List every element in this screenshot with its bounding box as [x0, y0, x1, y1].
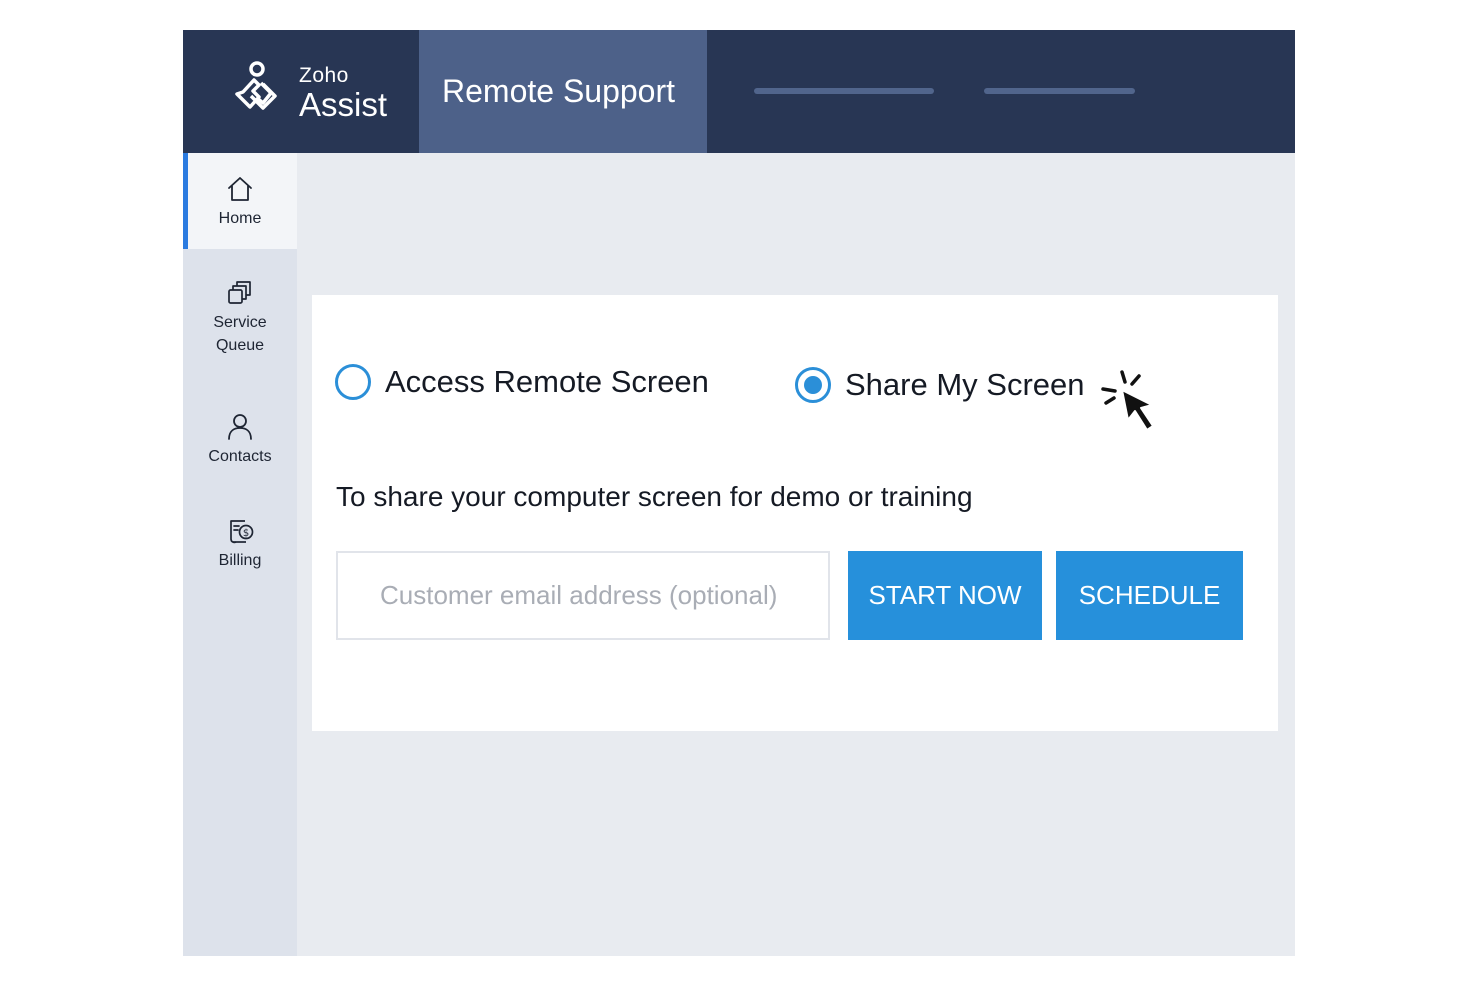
- option-share-my-screen[interactable]: Share My Screen: [795, 367, 1085, 403]
- sidebar-item-home[interactable]: Home: [183, 153, 297, 249]
- option-label: Share My Screen: [845, 367, 1085, 402]
- top-navigation-bar: Zoho Assist Remote Support: [183, 30, 1295, 153]
- sidebar-item-label: Queue: [215, 337, 265, 354]
- customer-email-input[interactable]: [336, 551, 830, 640]
- app-window: Zoho Assist Remote Support Home Service …: [183, 30, 1295, 956]
- share-screen-description: To share your computer screen for demo o…: [336, 481, 973, 512]
- mouse-cursor-click-icon: [1101, 370, 1154, 431]
- start-now-button[interactable]: START NOW: [848, 551, 1042, 640]
- sidebar-item-label: Billing: [218, 552, 262, 569]
- billing-icon: $: [230, 520, 254, 544]
- option-access-remote-screen[interactable]: Access Remote Screen: [335, 364, 709, 400]
- zoho-assist-logo-icon: [235, 61, 277, 110]
- home-icon: [228, 176, 252, 201]
- sidebar-item-billing[interactable]: $ Billing: [183, 515, 297, 572]
- logo-brand-text: Zoho: [299, 64, 349, 87]
- sidebar-item-service-queue[interactable]: Service Queue: [183, 277, 297, 357]
- queue-icon: [228, 281, 251, 304]
- tab-placeholder-2[interactable]: [984, 88, 1135, 94]
- schedule-button[interactable]: SCHEDULE: [1056, 551, 1243, 640]
- option-label: Access Remote Screen: [385, 364, 709, 399]
- sidebar-item-label: Home: [218, 209, 262, 227]
- sidebar-item-label: Contacts: [208, 448, 272, 465]
- remote-support-panel: Access Remote Screen Share My Screen To …: [312, 295, 1278, 731]
- logo-product-text: Assist: [299, 86, 388, 123]
- radio-button-unselected[interactable]: [335, 364, 371, 400]
- tab-remote-support[interactable]: Remote Support: [419, 30, 707, 153]
- zoho-assist-logo[interactable]: Zoho Assist: [223, 58, 387, 128]
- sidebar-item-contacts[interactable]: Contacts: [183, 411, 297, 468]
- radio-button-selected[interactable]: [795, 367, 831, 403]
- sidebar: Home Service Queue Contacts $ Billing: [183, 153, 297, 956]
- user-icon: [228, 414, 252, 440]
- svg-text:$: $: [243, 528, 249, 539]
- tab-placeholder-1[interactable]: [754, 88, 934, 94]
- sidebar-item-label: Service: [213, 314, 267, 331]
